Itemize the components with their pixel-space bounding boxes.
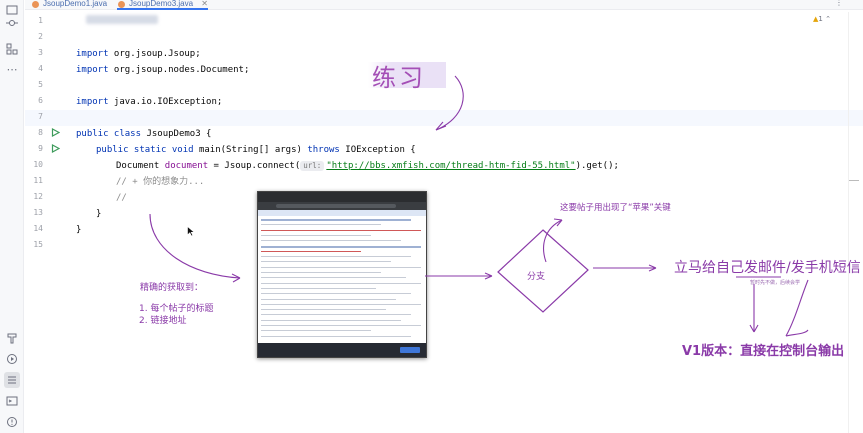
branch-label: 分支 <box>527 272 546 282</box>
practice-title: 练习 <box>372 64 426 92</box>
accurate-note: 精确的获取到： <box>140 283 204 293</box>
apple-keyword-note: 这要帖子用出现了“苹果”关键 <box>560 203 671 213</box>
code-to-shot-arrow <box>149 213 241 279</box>
notify-note: 立马给自己发邮件/发手机短信 <box>674 260 861 276</box>
sms-hook-line <box>785 279 809 337</box>
mouse-cursor-icon <box>187 226 195 237</box>
v1-note: V1版本：直接在控制台输出 <box>682 344 845 359</box>
sms-hook-tail <box>785 329 809 337</box>
list-item: 2. 链接地址 <box>139 316 187 326</box>
small-note: 暂时先不做，后续会学 <box>750 280 801 286</box>
branch-to-note-arrow <box>543 219 563 263</box>
